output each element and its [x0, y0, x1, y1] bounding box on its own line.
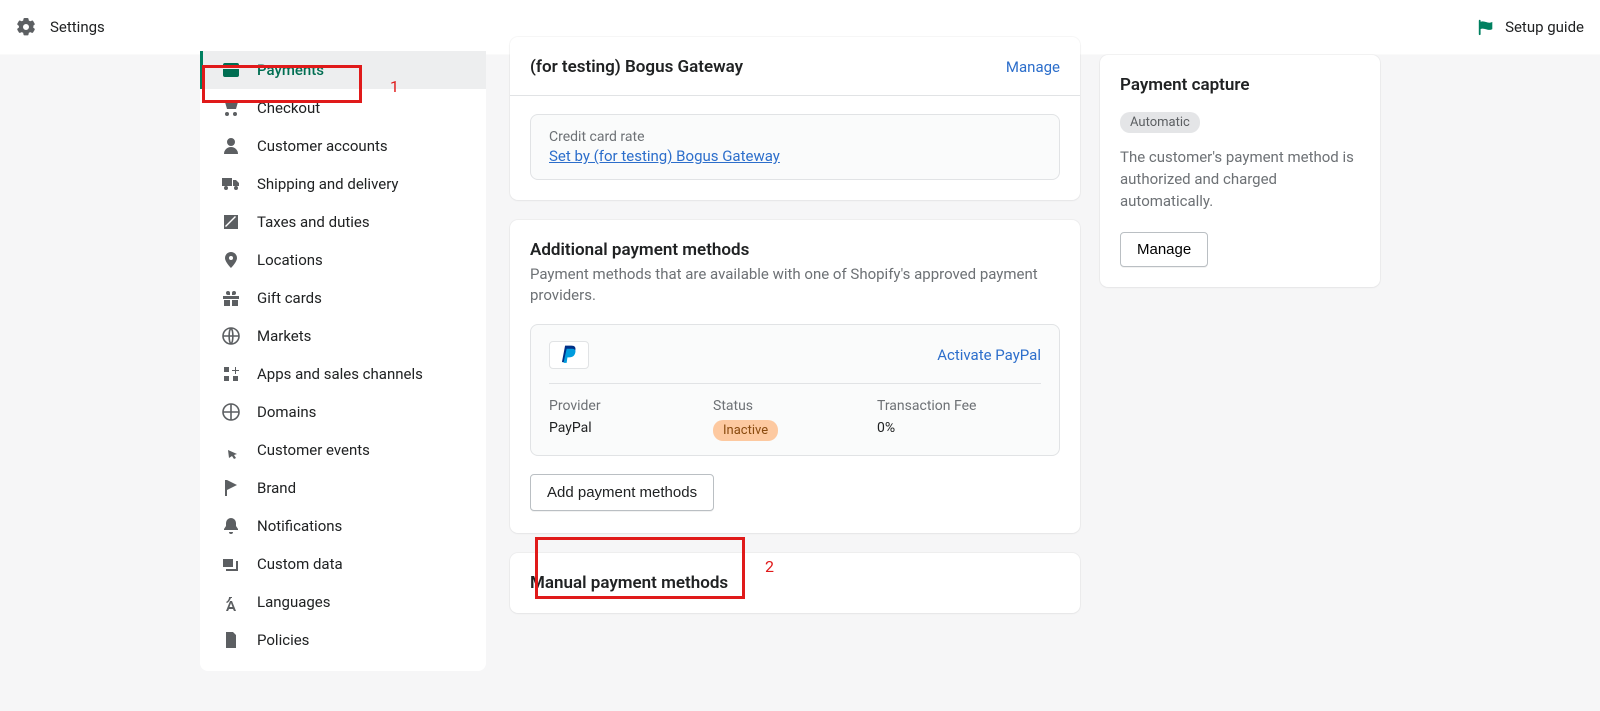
- sidebar-item-apps[interactable]: Apps and sales channels: [200, 355, 486, 393]
- sidebar-item-label: Checkout: [257, 99, 320, 117]
- person-icon: [221, 136, 241, 156]
- percent-icon: [221, 212, 241, 232]
- truck-icon: [221, 174, 241, 194]
- manual-title: Manual payment methods: [530, 573, 1060, 593]
- cart-icon: [221, 98, 241, 118]
- sidebar-item-payments[interactable]: Payments: [200, 51, 486, 89]
- sidebar-item-customer-accounts[interactable]: Customer accounts: [200, 127, 486, 165]
- sidebar-item-locations[interactable]: Locations: [200, 241, 486, 279]
- sidebar-item-customer-events[interactable]: Customer events: [200, 431, 486, 469]
- capture-description: The customer's payment method is authori…: [1120, 147, 1360, 212]
- sidebar-item-label: Gift cards: [257, 289, 322, 307]
- sidebar-item-languages[interactable]: Languages: [200, 583, 486, 621]
- capture-manage-button[interactable]: Manage: [1120, 232, 1208, 267]
- settings-title: Settings: [50, 18, 105, 36]
- gateway-title: (for testing) Bogus Gateway: [530, 57, 743, 77]
- additional-methods-card: Additional payment methods Payment metho…: [510, 220, 1080, 533]
- document-icon: [221, 630, 241, 650]
- stack-icon: [221, 554, 241, 574]
- status-badge: Inactive: [713, 420, 778, 441]
- sidebar-item-label: Locations: [257, 251, 323, 269]
- globe-icon: [221, 402, 241, 422]
- sidebar-item-label: Apps and sales channels: [257, 365, 423, 383]
- status-label: Status: [713, 398, 877, 414]
- manual-methods-card: Manual payment methods: [510, 553, 1080, 613]
- sidebar-item-label: Shipping and delivery: [257, 175, 399, 193]
- grid-plus-icon: [221, 364, 241, 384]
- globe-icon: [221, 326, 241, 346]
- sidebar-item-brand[interactable]: Brand: [200, 469, 486, 507]
- paypal-logo-icon: [549, 341, 589, 369]
- capture-mode-badge: Automatic: [1120, 112, 1200, 133]
- setup-guide-button[interactable]: Setup guide: [1477, 18, 1584, 36]
- gift-icon: [221, 288, 241, 308]
- provider-label: Provider: [549, 398, 713, 414]
- provider-value: PayPal: [549, 420, 713, 436]
- settings-sidebar: Payments Checkout Customer accounts Ship…: [200, 37, 486, 671]
- sidebar-item-giftcards[interactable]: Gift cards: [200, 279, 486, 317]
- fee-label: Transaction Fee: [877, 398, 1041, 414]
- sidebar-item-label: Brand: [257, 479, 296, 497]
- credit-rate-link[interactable]: Set by (for testing) Bogus Gateway: [549, 147, 780, 165]
- sidebar-item-label: Customer accounts: [257, 137, 388, 155]
- activate-paypal-link[interactable]: Activate PayPal: [937, 346, 1041, 364]
- topbar-left: Settings: [16, 17, 105, 37]
- bell-icon: [221, 516, 241, 536]
- sidebar-item-taxes[interactable]: Taxes and duties: [200, 203, 486, 241]
- credit-rate-box: Credit card rate Set by (for testing) Bo…: [530, 114, 1060, 180]
- flag-icon: [1477, 18, 1495, 36]
- gateway-manage-link[interactable]: Manage: [1006, 58, 1060, 76]
- sidebar-item-checkout[interactable]: Checkout: [200, 89, 486, 127]
- sidebar-item-label: Domains: [257, 403, 316, 421]
- credit-rate-label: Credit card rate: [549, 129, 1041, 145]
- sidebar-item-shipping[interactable]: Shipping and delivery: [200, 165, 486, 203]
- payment-capture-card: Payment capture Automatic The customer's…: [1100, 55, 1380, 287]
- flag-pennant-icon: [221, 478, 241, 498]
- capture-title: Payment capture: [1120, 75, 1360, 95]
- sidebar-item-label: Custom data: [257, 555, 343, 573]
- cursor-click-icon: [221, 440, 241, 460]
- sidebar-item-label: Policies: [257, 631, 309, 649]
- sidebar-item-notifications[interactable]: Notifications: [200, 507, 486, 545]
- setup-guide-label: Setup guide: [1505, 18, 1584, 36]
- sidebar-item-domains[interactable]: Domains: [200, 393, 486, 431]
- sidebar-item-policies[interactable]: Policies: [200, 621, 486, 659]
- card-icon: [221, 60, 241, 80]
- paypal-provider-box: Activate PayPal Provider PayPal Status I…: [530, 324, 1060, 456]
- sidebar-item-label: Languages: [257, 593, 331, 611]
- additional-subtitle: Payment methods that are available with …: [530, 264, 1060, 306]
- gateway-card: (for testing) Bogus Gateway Manage Credi…: [510, 37, 1080, 200]
- pin-icon: [221, 250, 241, 270]
- translate-icon: [221, 592, 241, 612]
- gear-icon: [16, 17, 36, 37]
- sidebar-item-label: Markets: [257, 327, 311, 345]
- sidebar-item-label: Notifications: [257, 517, 342, 535]
- sidebar-item-markets[interactable]: Markets: [200, 317, 486, 355]
- sidebar-item-custom-data[interactable]: Custom data: [200, 545, 486, 583]
- additional-title: Additional payment methods: [530, 240, 1060, 260]
- sidebar-item-label: Payments: [257, 61, 324, 79]
- fee-value: 0%: [877, 420, 1041, 436]
- add-payment-methods-button[interactable]: Add payment methods: [530, 474, 714, 511]
- sidebar-item-label: Customer events: [257, 441, 370, 459]
- sidebar-item-label: Taxes and duties: [257, 213, 370, 231]
